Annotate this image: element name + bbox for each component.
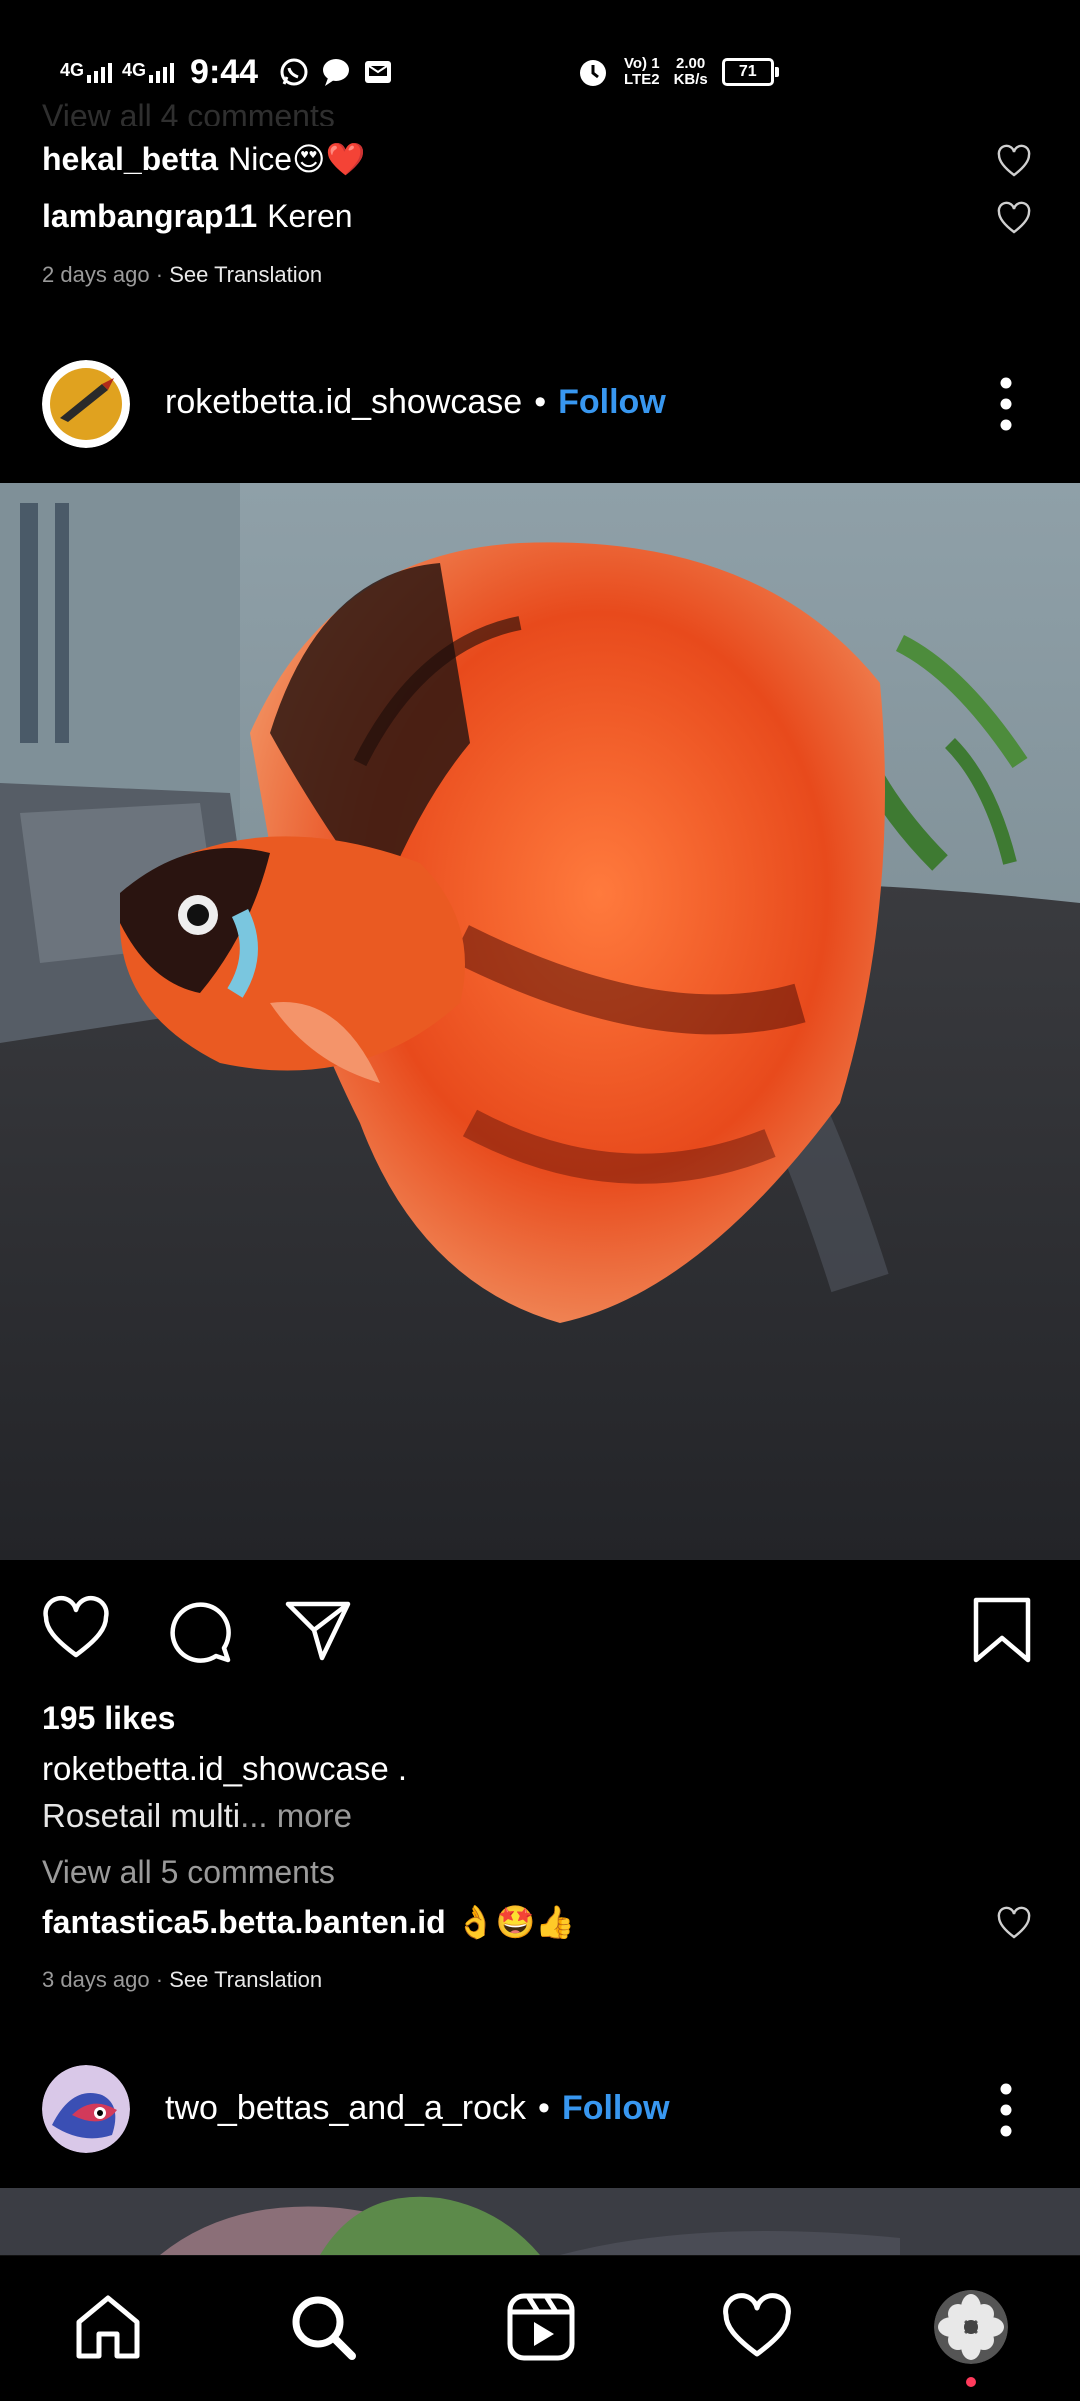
- post-image[interactable]: [0, 483, 1080, 1560]
- see-translation-link[interactable]: See Translation: [169, 1967, 322, 1992]
- whatsapp-icon: [280, 58, 308, 86]
- message-icon: [323, 59, 350, 86]
- comment-icon[interactable]: [162, 1594, 234, 1666]
- post-header: roketbetta.id_showcase • Follow: [165, 383, 666, 422]
- signal-icon-2: [149, 61, 175, 83]
- comment-username[interactable]: hekal_betta: [42, 141, 218, 178]
- battery-icon: 71: [721, 58, 779, 86]
- comment-item: hekal_betta Nice😍❤️: [42, 140, 365, 178]
- volte-indicator: Vo) 1 LTE2: [624, 55, 660, 88]
- bookmark-icon[interactable]: [966, 1594, 1038, 1666]
- home-icon[interactable]: [71, 2290, 145, 2364]
- notification-dot: [966, 2377, 976, 2387]
- caption-more-link[interactable]: ... more: [240, 1797, 352, 1834]
- comment-username[interactable]: fantastica5.betta.banten.id: [42, 1904, 446, 1941]
- comment-like-icon[interactable]: [996, 1906, 1032, 1942]
- post-username[interactable]: roketbetta.id_showcase: [165, 383, 522, 422]
- timestamp: 3 days ago: [42, 1967, 150, 1992]
- post-meta: 3 days ago · See Translation: [42, 1967, 323, 1992]
- caption[interactable]: Rosetail multi... more: [42, 1797, 352, 1835]
- likes-count[interactable]: 195 likes: [42, 1700, 175, 1737]
- comment-text: 👌🤩👍: [455, 1904, 576, 1940]
- like-icon[interactable]: [40, 1594, 112, 1666]
- network-speed: 2.00 KB/s: [673, 55, 708, 88]
- timestamp: 2 days ago: [42, 262, 150, 287]
- comment-like-icon[interactable]: [996, 201, 1032, 237]
- post-meta: 2 days ago · See Translation: [42, 262, 323, 287]
- profile-avatar[interactable]: [934, 2290, 1008, 2364]
- net-indicator-1: 4G: [60, 61, 113, 83]
- comment-text: Keren: [267, 198, 353, 234]
- see-translation-link[interactable]: See Translation: [169, 262, 322, 287]
- caption-username[interactable]: roketbetta.id_showcase .: [42, 1750, 407, 1788]
- mail-icon: [365, 61, 392, 83]
- comment-item: fantastica5.betta.banten.id 👌🤩👍: [42, 1903, 575, 1941]
- activity-icon[interactable]: [720, 2290, 794, 2364]
- follow-button[interactable]: Follow: [562, 2089, 670, 2128]
- search-icon[interactable]: [286, 2290, 360, 2364]
- post-image[interactable]: [0, 2188, 1080, 2255]
- more-options-icon[interactable]: [999, 376, 1013, 432]
- caption-text: Rosetail multi: [42, 1797, 241, 1834]
- view-all-comments-faded[interactable]: View all 4 comments: [42, 86, 335, 126]
- reels-icon[interactable]: [504, 2290, 578, 2364]
- post-header: two_bettas_and_a_rock • Follow: [165, 2089, 670, 2128]
- net-indicator-2: 4G: [122, 61, 175, 83]
- share-icon[interactable]: [282, 1594, 354, 1666]
- follow-button[interactable]: Follow: [558, 383, 666, 422]
- signal-icon: [87, 61, 113, 83]
- status-right: Vo) 1 LTE2 2.00 KB/s 71: [576, 52, 779, 92]
- post-username[interactable]: two_bettas_and_a_rock: [165, 2089, 526, 2128]
- view-all-comments-link[interactable]: View all 5 comments: [42, 1854, 335, 1891]
- post-avatar[interactable]: [42, 360, 130, 448]
- alarm-icon: [580, 60, 606, 86]
- comment-like-icon[interactable]: [996, 144, 1032, 180]
- post-avatar[interactable]: [42, 2065, 130, 2153]
- comment-item: lambangrap11 Keren: [42, 198, 353, 235]
- more-options-icon[interactable]: [999, 2082, 1013, 2138]
- comment-username[interactable]: lambangrap11: [42, 198, 257, 235]
- comment-text: Nice😍❤️: [228, 141, 366, 177]
